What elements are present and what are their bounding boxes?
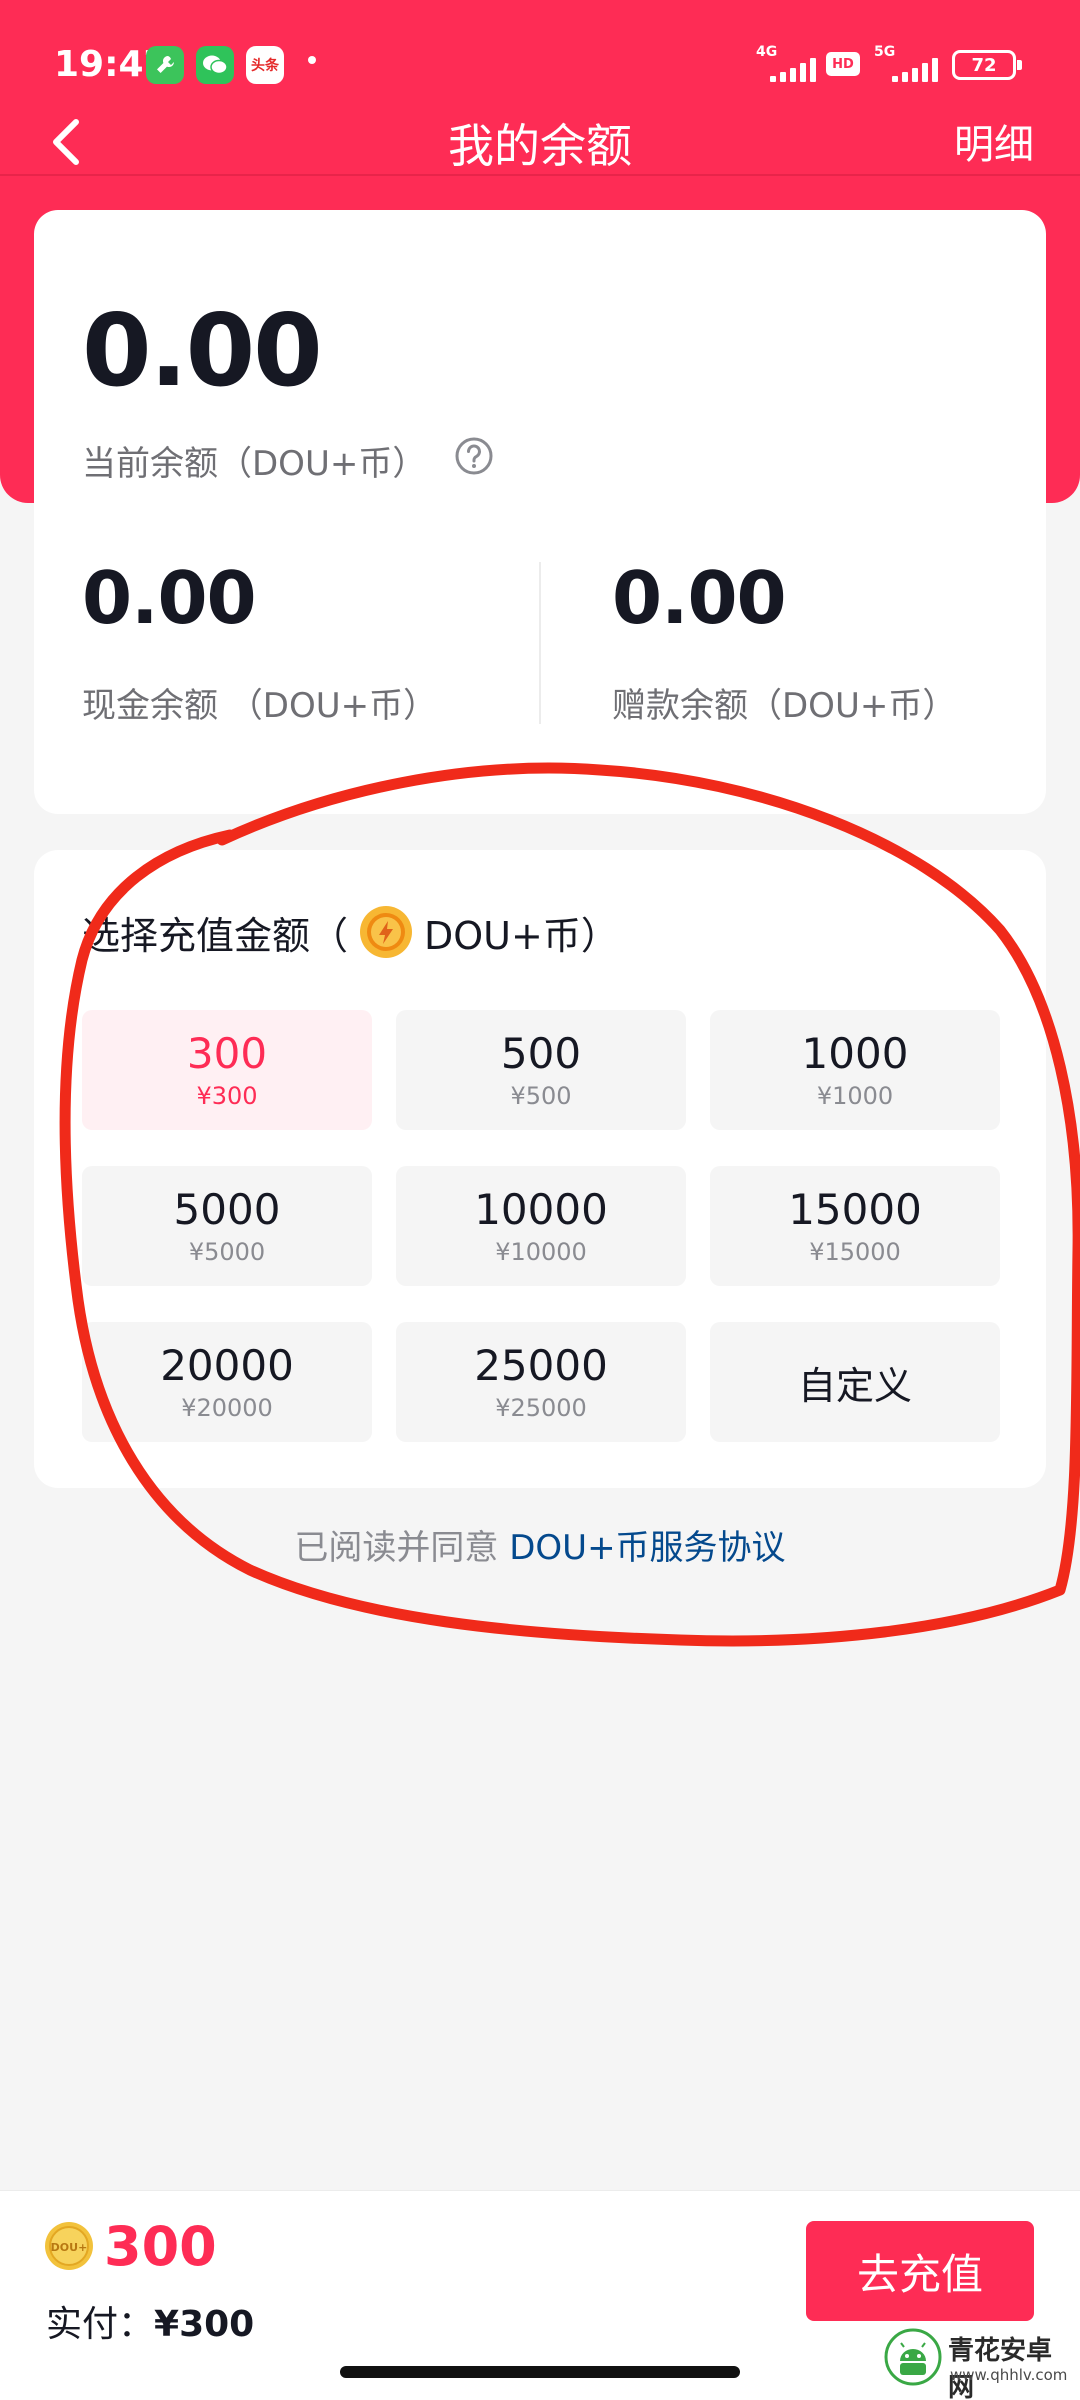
agreement-prefix: 已阅读并同意 bbox=[294, 1528, 510, 1568]
option-price: ¥15000 bbox=[809, 1238, 901, 1267]
android-logo-icon bbox=[884, 2328, 942, 2386]
option-price: ¥10000 bbox=[495, 1238, 587, 1267]
option-amount: 15000 bbox=[788, 1184, 922, 1234]
option-price: ¥500 bbox=[510, 1082, 572, 1111]
dou-coin-icon: DOU+ bbox=[45, 2222, 93, 2270]
current-balance-amount: 0.00 bbox=[82, 292, 323, 409]
back-button[interactable] bbox=[40, 108, 100, 176]
watermark-url: www.qhhlv.com bbox=[950, 2366, 1068, 2384]
signal-4g: 4G bbox=[756, 44, 816, 82]
recharge-card: 选择充值金额（ DOU+币） 300 ¥300 500 ¥500 1000 ¥1… bbox=[34, 850, 1046, 1488]
recharge-title-suffix: DOU+币） bbox=[424, 913, 619, 958]
watermark-name: 青花安卓网 bbox=[948, 2336, 1053, 2400]
recharge-option-25000[interactable]: 25000 ¥25000 bbox=[396, 1322, 686, 1442]
battery-level: 72 bbox=[971, 54, 997, 76]
pay-row: 实付：¥300 bbox=[46, 2295, 254, 2347]
wrench-app-icon bbox=[146, 46, 184, 84]
dou-coin-icon bbox=[360, 906, 413, 958]
signal-bars-icon bbox=[892, 58, 938, 82]
recharge-option-500[interactable]: 500 ¥500 bbox=[396, 1010, 686, 1130]
recharge-option-300[interactable]: 300 ¥300 bbox=[82, 1010, 372, 1130]
toutiao-app-icon: 头条 bbox=[246, 46, 284, 84]
battery-icon: 72 bbox=[952, 50, 1022, 80]
agreement-row: 已阅读并同意 DOU+币服务协议 bbox=[0, 1520, 1080, 1569]
chevron-left-icon bbox=[53, 119, 79, 165]
service-agreement-link[interactable]: DOU+币服务协议 bbox=[509, 1528, 785, 1568]
recharge-section-title: 选择充值金额（ DOU+币） bbox=[82, 904, 619, 960]
home-indicator[interactable] bbox=[340, 2366, 740, 2378]
signal-bars-icon bbox=[770, 58, 816, 82]
pay-label: 实付： bbox=[46, 2304, 155, 2345]
wechat-icon bbox=[196, 46, 234, 84]
option-amount: 25000 bbox=[474, 1340, 608, 1390]
pay-value: ¥300 bbox=[154, 2304, 255, 2345]
header-divider bbox=[0, 174, 1080, 176]
gift-balance-amount: 0.00 bbox=[612, 556, 787, 640]
recharge-option-10000[interactable]: 10000 ¥10000 bbox=[396, 1166, 686, 1286]
recharge-option-1000[interactable]: 1000 ¥1000 bbox=[710, 1010, 1000, 1130]
option-amount: 300 bbox=[186, 1028, 268, 1078]
status-bar: 19:47 头条 4G HD 5G 72 bbox=[0, 0, 1080, 130]
coin-badge-text: DOU+ bbox=[51, 2241, 88, 2254]
recharge-option-15000[interactable]: 15000 ¥15000 bbox=[710, 1166, 1000, 1286]
recharge-option-20000[interactable]: 20000 ¥20000 bbox=[82, 1322, 372, 1442]
recharge-button[interactable]: 去充值 bbox=[806, 2221, 1034, 2321]
signal-5g: 5G bbox=[874, 44, 940, 82]
option-amount: 1000 bbox=[801, 1028, 909, 1078]
recharge-title-prefix: 选择充值金额（ bbox=[82, 913, 349, 958]
option-price: ¥20000 bbox=[181, 1394, 273, 1423]
recharge-option-custom[interactable]: 自定义 bbox=[710, 1322, 1000, 1442]
detail-link[interactable]: 明细 bbox=[954, 112, 1034, 170]
gift-balance-label: 赠款余额（DOU+币） bbox=[612, 686, 957, 726]
question-circle-icon[interactable] bbox=[454, 436, 494, 476]
vertical-divider bbox=[539, 562, 541, 724]
watermark: 青花安卓网 www.qhhlv.com bbox=[884, 2324, 1074, 2400]
balance-card: 0.00 当前余额（DOU+币） 0.00 现金余额 （DOU+币） 0.00 … bbox=[34, 210, 1046, 814]
cash-balance-amount: 0.00 bbox=[82, 556, 257, 640]
hd-voice-badge: HD bbox=[826, 52, 860, 76]
current-balance-label: 当前余额（DOU+币） bbox=[82, 444, 427, 484]
option-price: ¥5000 bbox=[188, 1238, 266, 1267]
recharge-option-5000[interactable]: 5000 ¥5000 bbox=[82, 1166, 372, 1286]
option-price: ¥25000 bbox=[495, 1394, 587, 1423]
cash-balance-label: 现金余额 （DOU+币） bbox=[82, 686, 438, 726]
custom-amount-label: 自定义 bbox=[797, 1363, 912, 1408]
option-amount: 10000 bbox=[474, 1184, 608, 1234]
option-amount: 20000 bbox=[160, 1340, 294, 1390]
notification-dot bbox=[308, 56, 316, 64]
option-price: ¥300 bbox=[196, 1082, 258, 1111]
option-amount: 500 bbox=[500, 1028, 582, 1078]
option-amount: 5000 bbox=[173, 1184, 281, 1234]
selected-total-amount: 300 bbox=[104, 2215, 217, 2278]
option-price: ¥1000 bbox=[816, 1082, 894, 1111]
